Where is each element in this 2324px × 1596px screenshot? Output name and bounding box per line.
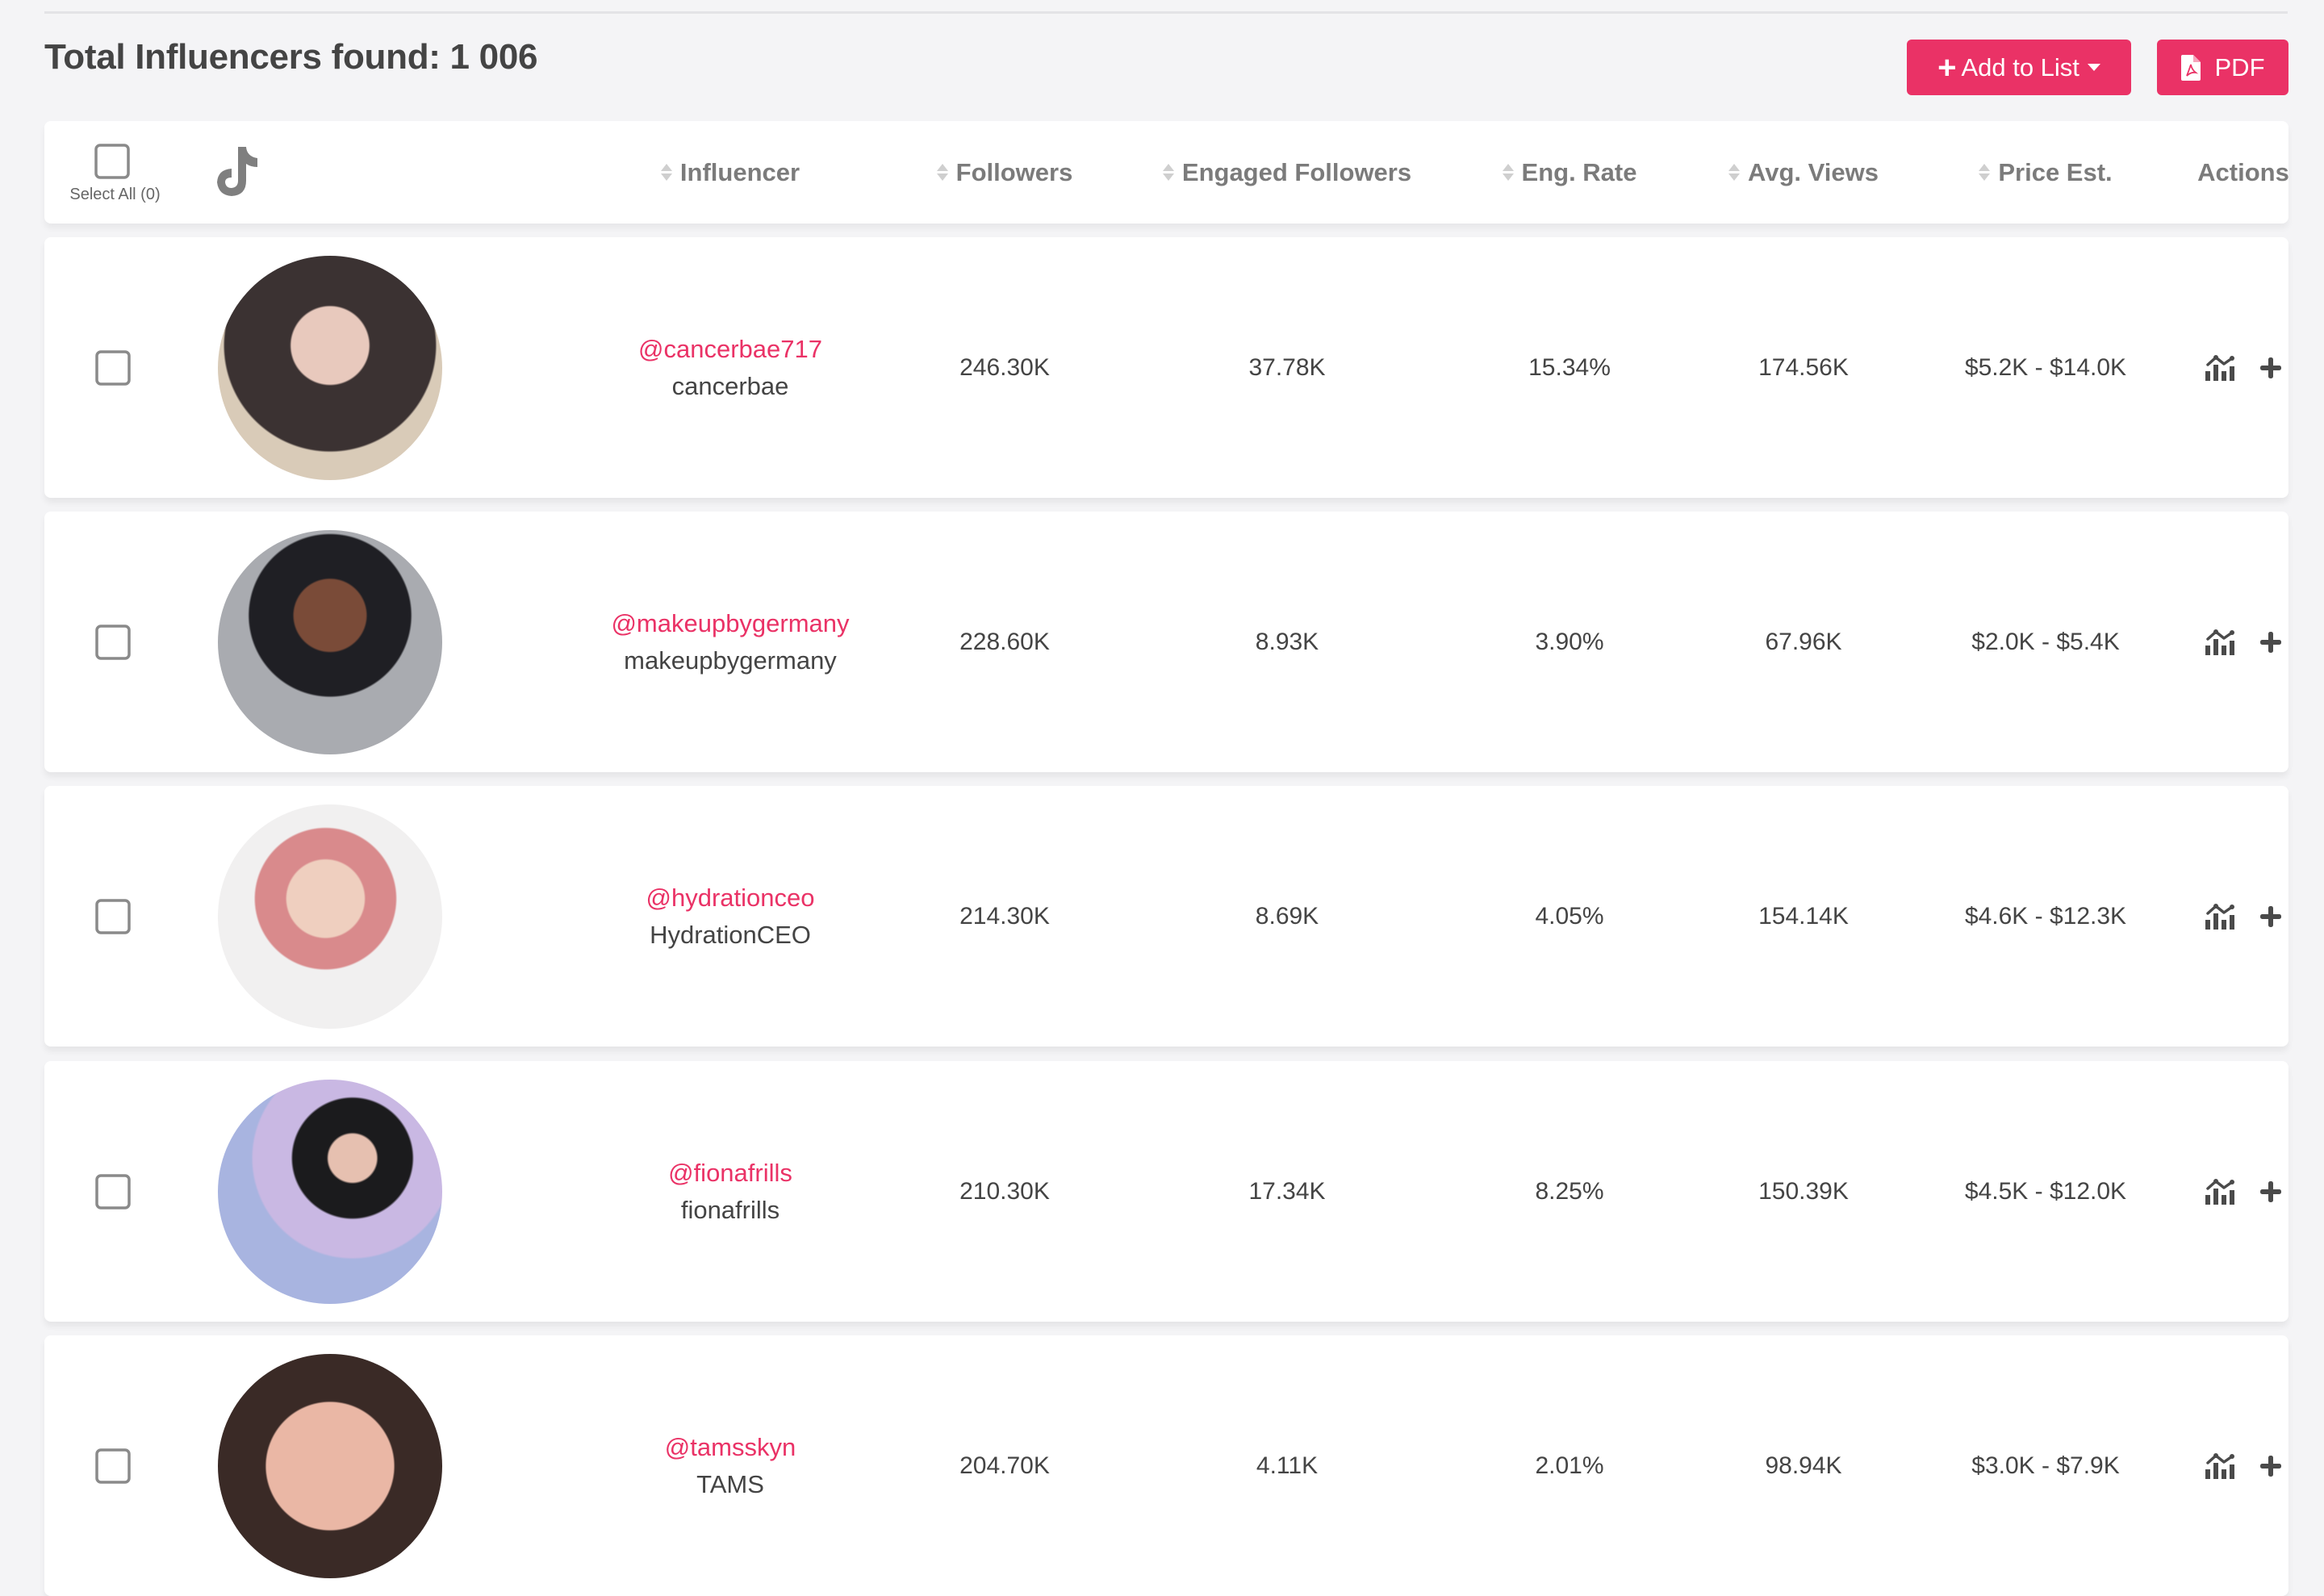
engaged-followers-value: 17.34K xyxy=(1248,1177,1326,1205)
influencer-handle-link[interactable]: @fionafrills xyxy=(668,1159,792,1188)
analytics-chart-icon[interactable] xyxy=(2205,629,2235,655)
sort-icon xyxy=(1728,164,1741,181)
avatar[interactable] xyxy=(218,1080,442,1304)
engaged-followers-value: 4.11K xyxy=(1256,1452,1319,1479)
table-row: @makeupbygermany makeupbygermany 228.60K… xyxy=(44,512,2288,772)
followers-value: 246.30K xyxy=(959,353,1050,381)
row-checkbox[interactable] xyxy=(95,899,131,934)
analytics-chart-icon[interactable] xyxy=(2205,903,2235,930)
table-header: Select All (0) Influencer Followers Enga… xyxy=(44,121,2289,224)
influencer-name: TAMS xyxy=(696,1469,764,1498)
add-to-list-plus-icon[interactable] xyxy=(2259,1455,2282,1477)
actions-cell xyxy=(2110,1335,2324,1596)
influencer-name: makeupbygermany xyxy=(624,646,837,675)
influencer-name: cancerbae xyxy=(671,371,789,400)
influencer-name: HydrationCEO xyxy=(650,920,811,949)
analytics-chart-icon[interactable] xyxy=(2205,354,2235,381)
followers-value: 210.30K xyxy=(959,1177,1050,1205)
sort-icon xyxy=(660,164,672,181)
sort-icon xyxy=(936,164,948,181)
select-all-checkbox[interactable] xyxy=(94,144,130,179)
actions-cell xyxy=(2110,786,2324,1047)
tiktok-icon xyxy=(217,147,257,196)
add-to-list-plus-icon[interactable] xyxy=(2259,905,2282,928)
actions-cell xyxy=(2110,1061,2324,1322)
actions-cell xyxy=(2110,237,2324,498)
add-to-list-plus-icon[interactable] xyxy=(2259,357,2282,379)
avatar[interactable] xyxy=(218,1354,442,1578)
column-header-engaged-followers[interactable]: Engaged Followers xyxy=(1134,121,1440,224)
analytics-chart-icon[interactable] xyxy=(2205,1178,2235,1205)
influencer-handle-link[interactable]: @tamsskyn xyxy=(665,1433,796,1462)
top-divider xyxy=(44,11,2288,14)
row-checkbox[interactable] xyxy=(95,350,131,386)
influencer-name: fionafrills xyxy=(680,1195,780,1224)
influencer-handle-link[interactable]: @cancerbae717 xyxy=(638,335,822,364)
add-to-list-plus-icon[interactable] xyxy=(2259,1180,2282,1203)
analytics-chart-icon[interactable] xyxy=(2205,1452,2235,1479)
table-row: @cancerbae717 cancerbae 246.30K 37.78K 1… xyxy=(44,237,2288,498)
avatar[interactable] xyxy=(218,804,442,1029)
table-row: @tamsskyn TAMS 204.70K 4.11K 2.01% 98.94… xyxy=(44,1335,2288,1596)
followers-value: 228.60K xyxy=(959,628,1050,655)
add-to-list-plus-icon[interactable] xyxy=(2259,631,2282,654)
pdf-label: PDF xyxy=(2214,52,2265,81)
table-row: @hydrationceo HydrationCEO 214.30K 8.69K… xyxy=(44,786,2288,1047)
engaged-followers-value: 8.69K xyxy=(1255,902,1319,930)
results-count-title: Total Influencers found: 1 006 xyxy=(44,37,538,77)
influencer-handle-link[interactable]: @makeupbygermany xyxy=(611,609,849,638)
select-all-label: Select All (0) xyxy=(69,186,161,203)
row-checkbox[interactable] xyxy=(95,1448,131,1484)
engaged-followers-value: 37.78K xyxy=(1248,353,1326,381)
column-header-actions: Actions xyxy=(2197,157,2289,186)
plus-icon: + xyxy=(1937,49,1957,86)
engaged-followers-value: 8.93K xyxy=(1255,628,1319,655)
avatar[interactable] xyxy=(218,256,442,480)
followers-value: 214.30K xyxy=(959,902,1050,930)
sort-icon xyxy=(1162,164,1174,181)
row-checkbox[interactable] xyxy=(95,625,131,660)
row-checkbox[interactable] xyxy=(95,1174,131,1210)
actions-cell xyxy=(2110,512,2324,772)
column-header-followers[interactable]: Followers xyxy=(851,121,1158,224)
caret-down-icon xyxy=(2087,64,2100,71)
add-to-list-button[interactable]: + Add to List xyxy=(1907,40,2131,95)
sort-icon xyxy=(1979,164,1991,181)
influencer-handle-link[interactable]: @hydrationceo xyxy=(646,884,815,913)
add-to-list-label: Add to List xyxy=(1961,52,2079,81)
pdf-export-button[interactable]: PDF xyxy=(2157,40,2288,95)
table-row: @fionafrills fionafrills 210.30K 17.34K … xyxy=(44,1061,2288,1322)
avatar[interactable] xyxy=(218,530,442,754)
sort-icon xyxy=(1502,164,1514,181)
followers-value: 204.70K xyxy=(959,1452,1050,1479)
pdf-file-icon xyxy=(2180,54,2201,81)
select-all[interactable]: Select All (0) xyxy=(44,121,186,224)
